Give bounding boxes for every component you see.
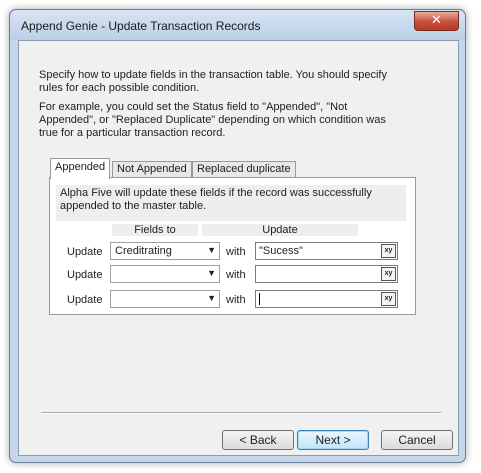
- expression-builder-icon[interactable]: xy: [381, 244, 396, 258]
- tab-not-appended[interactable]: Not Appended: [112, 161, 192, 178]
- tab-appended[interactable]: Appended: [50, 158, 111, 179]
- row-label-update: Update: [67, 246, 103, 258]
- chevron-down-icon[interactable]: ▼: [207, 245, 216, 255]
- text-caret: [259, 293, 260, 305]
- dialog-window: Append Genie - Update Transaction Record…: [9, 9, 466, 463]
- cancel-button[interactable]: Cancel: [381, 430, 453, 450]
- row-label-with: with: [226, 246, 246, 258]
- update-value-input[interactable]: "Sucess" xy: [255, 242, 398, 260]
- row-label-with: with: [226, 294, 246, 306]
- instruction-text: Specify how to update fields in the tran…: [39, 69, 387, 94]
- update-value-text: "Sucess": [259, 245, 303, 257]
- row-label-update: Update: [67, 294, 103, 306]
- tab-panel-appended: Alpha Five will update these fields if t…: [49, 177, 416, 315]
- chevron-down-icon[interactable]: ▼: [207, 268, 216, 278]
- dialog-body: Specify how to update fields in the tran…: [18, 40, 459, 456]
- next-button[interactable]: Next >: [297, 430, 369, 450]
- example-text: For example, you could set the Status fi…: [39, 101, 386, 139]
- title-bar[interactable]: Append Genie - Update Transaction Record…: [10, 10, 465, 40]
- field-select[interactable]: Creditrating ▼: [110, 242, 220, 260]
- expression-builder-icon[interactable]: xy: [381, 267, 396, 281]
- row-label-update: Update: [67, 269, 103, 281]
- update-value-input[interactable]: xy: [255, 290, 398, 308]
- update-value-input[interactable]: xy: [255, 265, 398, 283]
- close-icon: ✕: [431, 13, 442, 28]
- field-select[interactable]: ▼: [110, 265, 220, 283]
- field-select[interactable]: ▼: [110, 290, 220, 308]
- row-label-with: with: [226, 269, 246, 281]
- tab-replaced-duplicate[interactable]: Replaced duplicate: [192, 161, 296, 178]
- expression-builder-icon[interactable]: xy: [381, 292, 396, 306]
- close-button[interactable]: ✕: [414, 11, 459, 31]
- back-button[interactable]: < Back: [222, 430, 294, 450]
- info-note: Alpha Five will update these fields if t…: [56, 185, 406, 221]
- separator-line: [41, 412, 441, 414]
- window-title: Append Genie - Update Transaction Record…: [21, 19, 261, 33]
- chevron-down-icon[interactable]: ▼: [207, 293, 216, 303]
- column-header-update: Update: [202, 224, 358, 236]
- column-header-fields: Fields to: [112, 224, 198, 236]
- field-select-value: Creditrating: [115, 245, 172, 257]
